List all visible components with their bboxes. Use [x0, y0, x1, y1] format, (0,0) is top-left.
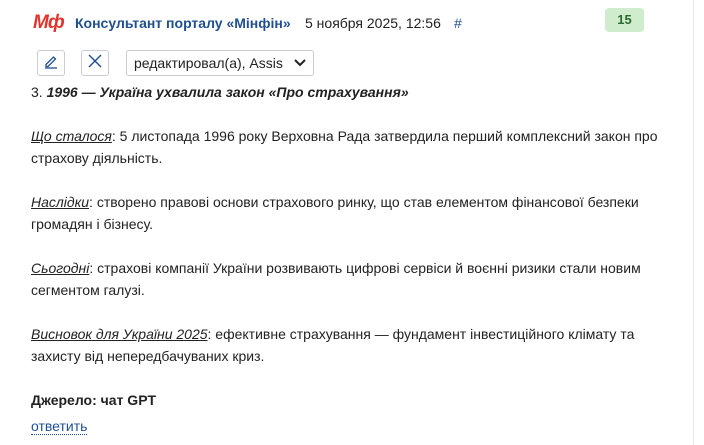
chevron-down-icon [293, 51, 307, 75]
heading-text: 1996 — Україна ухвалила закон «Про страх… [46, 84, 409, 100]
close-icon [87, 53, 103, 74]
post-header: Мф Консультант порталу «Мінфін» 5 ноября… [33, 8, 673, 36]
edit-button[interactable] [37, 50, 65, 76]
post-body: 3. 1996 — Україна ухвалила закон «Про ст… [31, 81, 681, 437]
paragraph-text: : створено правові основи страхового рин… [31, 194, 639, 232]
permalink-hash[interactable]: # [454, 10, 462, 36]
source-note: Джерело: чат GPT [31, 392, 157, 408]
right-divider [693, 0, 694, 445]
author-link[interactable]: Консультант порталу «Мінфін» [75, 10, 291, 36]
heading-number: 3. [31, 84, 43, 100]
paragraph-text: : страхові компанії України розвивають ц… [31, 260, 641, 298]
pencil-icon [43, 53, 59, 74]
paragraph-what-happened: Що сталося: 5 листопада 1996 року Верхов… [31, 125, 681, 169]
paragraph-today: Сьогодні: страхові компанії України розв… [31, 257, 681, 301]
edit-history-select[interactable]: редактировал(а), Assis [126, 50, 314, 76]
paragraph-text: : 5 листопада 1996 року Верховна Рада за… [31, 128, 658, 166]
paragraph-label: Сьогодні [31, 260, 90, 276]
rating-badge[interactable]: 15 [605, 8, 644, 32]
delete-button[interactable] [81, 50, 109, 76]
author-logo: Мф [33, 12, 65, 33]
paragraph-label: Висновок для України 2025 [31, 326, 208, 342]
paragraph-consequences: Наслідки: створено правові основи страхо… [31, 191, 681, 235]
post-date: 5 ноября 2025, 12:56 [305, 15, 441, 31]
paragraph-label: Що сталося [31, 128, 112, 144]
select-value: редактировал(а), Assis [134, 55, 283, 71]
paragraph-conclusion: Висновок для України 2025: ефективне стр… [31, 323, 681, 367]
paragraph-label: Наслідки [31, 194, 90, 210]
reply-link[interactable]: ответить [31, 418, 88, 435]
post-heading: 3. 1996 — Україна ухвалила закон «Про ст… [31, 81, 681, 103]
